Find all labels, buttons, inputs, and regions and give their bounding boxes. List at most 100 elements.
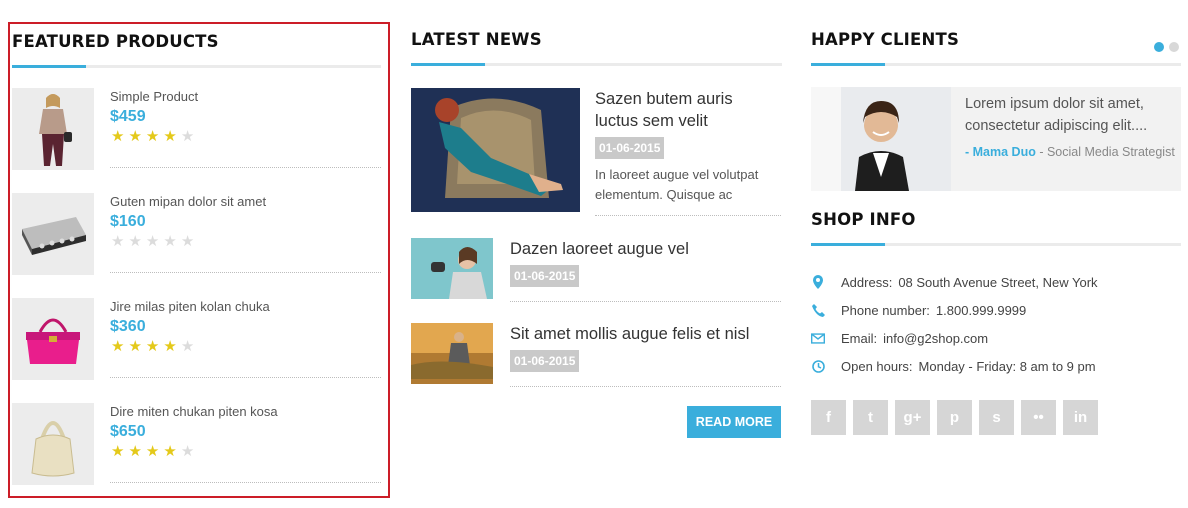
audio-device-image[interactable] <box>12 193 94 275</box>
star-empty-icon: ★ <box>180 233 195 250</box>
product-item[interactable]: Dire miten chukan piten kosa $650 ★ ★ ★ ★ ★ <box>10 403 388 508</box>
news-thumbnail[interactable] <box>411 238 493 299</box>
divider <box>510 301 781 302</box>
star-empty-icon: ★ <box>128 233 142 250</box>
news-thumbnail[interactable] <box>411 88 580 212</box>
star-filled-icon: ★ <box>145 128 160 145</box>
info-label: Address: <box>841 274 893 290</box>
info-value: 08 South Avenue Street, New York <box>898 274 1098 290</box>
rating-stars: ★ ★ ★ ★ ★ <box>111 338 195 355</box>
star-empty-icon: ★ <box>163 233 177 250</box>
shop-info-title: SHOP INFO <box>811 210 916 229</box>
read-more-button[interactable]: READ MORE <box>687 406 781 438</box>
star-filled-icon: ★ <box>163 338 177 355</box>
star-filled-icon: ★ <box>163 128 177 145</box>
hours-row: Open hours: Monday - Friday: 8 am to 9 p… <box>811 356 1096 376</box>
social-links: f t g+ p s •• in <box>811 400 1098 435</box>
rating-stars: ★ ★ ★ ★ ★ <box>111 233 195 250</box>
star-empty-icon: ★ <box>180 338 195 355</box>
product-price: $650 <box>110 423 146 440</box>
latest-news-title: LATEST NEWS <box>411 30 542 49</box>
envelope-icon <box>811 331 825 345</box>
email-row: Email: info@g2shop.com <box>811 328 988 348</box>
star-filled-icon: ★ <box>145 443 160 460</box>
news-date: 01-06-2015 <box>510 265 580 287</box>
product-price: $160 <box>110 213 146 230</box>
flickr-icon[interactable]: •• <box>1021 400 1056 435</box>
news-title[interactable]: Sazen butem auris luctus sem velit <box>595 88 780 132</box>
testimonial-card: Lorem ipsum dolor sit amet, consectetur … <box>811 87 1181 191</box>
star-filled-icon: ★ <box>111 443 125 460</box>
star-filled-icon: ★ <box>163 443 177 460</box>
happy-clients-title: HAPPY CLIENTS <box>811 30 960 49</box>
star-filled-icon: ★ <box>145 338 160 355</box>
pink-handbag-image[interactable] <box>12 298 94 380</box>
map-pin-icon <box>811 275 825 289</box>
product-item[interactable]: Guten mipan dolor sit amet $160 ★ ★ ★ ★ ★ <box>10 193 388 298</box>
address-row: Address: 08 South Avenue Street, New Yor… <box>811 272 1098 292</box>
rating-stars: ★ ★ ★ ★ ★ <box>111 128 195 145</box>
star-filled-icon: ★ <box>128 128 142 145</box>
product-name[interactable]: Jire milas piten kolan chuka <box>110 299 270 314</box>
info-label: Email: <box>841 330 878 346</box>
author-separator: - <box>1035 145 1047 159</box>
testimonial-quote: Lorem ipsum dolor sit amet, consectetur … <box>965 96 1148 134</box>
client-photo <box>811 87 951 191</box>
divider <box>110 272 381 273</box>
linkedin-icon[interactable]: in <box>1063 400 1098 435</box>
carousel-dot[interactable] <box>1154 42 1164 52</box>
title-rule <box>811 63 1181 66</box>
facebook-icon[interactable]: f <box>811 400 846 435</box>
news-thumbnail[interactable] <box>411 323 493 384</box>
carousel-dot[interactable] <box>1169 42 1179 52</box>
author-prefix: - <box>965 145 973 159</box>
star-empty-icon: ★ <box>180 128 195 145</box>
info-label: Open hours: <box>841 358 913 374</box>
divider <box>510 386 781 387</box>
divider <box>110 167 381 168</box>
news-excerpt: In laoreet augue vel volutpat elementum.… <box>595 167 759 202</box>
testimonial-author: - Mama Duo - Social Media Strategist <box>965 143 1175 162</box>
star-empty-icon: ★ <box>145 233 160 250</box>
star-filled-icon: ★ <box>111 338 125 355</box>
star-empty-icon: ★ <box>111 233 125 250</box>
info-label: Phone number: <box>841 302 930 318</box>
title-rule <box>12 65 381 68</box>
skype-icon[interactable]: s <box>979 400 1014 435</box>
title-rule <box>411 63 782 66</box>
google-plus-icon[interactable]: g+ <box>895 400 930 435</box>
featured-products-panel: FEATURED PRODUCTS Simple Product $459 ★ ★… <box>8 22 390 498</box>
rating-stars: ★ ★ ★ ★ ★ <box>111 443 195 460</box>
phone-row: Phone number: 1.800.999.9999 <box>811 300 1026 320</box>
info-value: 1.800.999.9999 <box>935 302 1027 318</box>
product-name[interactable]: Simple Product <box>110 89 198 104</box>
author-name[interactable]: Mama Duo <box>973 145 1036 159</box>
author-role: Social Media Strategist <box>1046 145 1175 159</box>
clock-icon <box>811 359 825 373</box>
product-item[interactable]: Jire milas piten kolan chuka $360 ★ ★ ★ ★ ★ <box>10 298 388 403</box>
title-rule <box>811 243 1181 246</box>
product-price: $360 <box>110 318 146 335</box>
phone-icon <box>811 303 825 317</box>
featured-products-title: FEATURED PRODUCTS <box>12 32 219 51</box>
star-filled-icon: ★ <box>128 443 142 460</box>
twitter-icon[interactable]: t <box>853 400 888 435</box>
product-name[interactable]: Dire miten chukan piten kosa <box>110 404 278 419</box>
beige-handbag-image[interactable] <box>12 403 94 485</box>
info-value: Monday - Friday: 8 am to 9 pm <box>918 358 1096 374</box>
news-title[interactable]: Sit amet mollis augue felis et nisl <box>510 323 780 345</box>
product-item[interactable]: Simple Product $459 ★ ★ ★ ★ ★ <box>10 88 388 193</box>
divider <box>595 215 781 216</box>
carousel-dots[interactable] <box>1154 42 1179 52</box>
divider <box>110 377 381 378</box>
news-date: 01-06-2015 <box>510 350 580 372</box>
info-value[interactable]: info@g2shop.com <box>883 331 988 346</box>
pinterest-icon[interactable]: p <box>937 400 972 435</box>
product-name[interactable]: Guten mipan dolor sit amet <box>110 194 266 209</box>
star-empty-icon: ★ <box>180 443 195 460</box>
news-date: 01-06-2015 <box>595 137 665 159</box>
star-filled-icon: ★ <box>128 338 142 355</box>
news-title[interactable]: Dazen laoreet augue vel <box>510 238 780 260</box>
woman-fashion-image[interactable] <box>12 88 94 170</box>
divider <box>110 482 381 483</box>
